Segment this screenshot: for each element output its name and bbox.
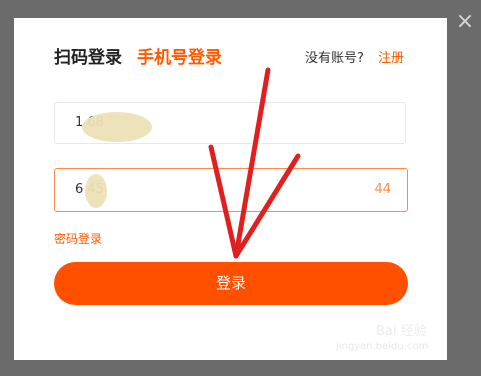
watermark-url: jingyan.baidu.com [336, 341, 429, 352]
annotation-arrow-left-wing [208, 144, 239, 259]
watermark-brand: Bai 经验 [376, 324, 427, 339]
